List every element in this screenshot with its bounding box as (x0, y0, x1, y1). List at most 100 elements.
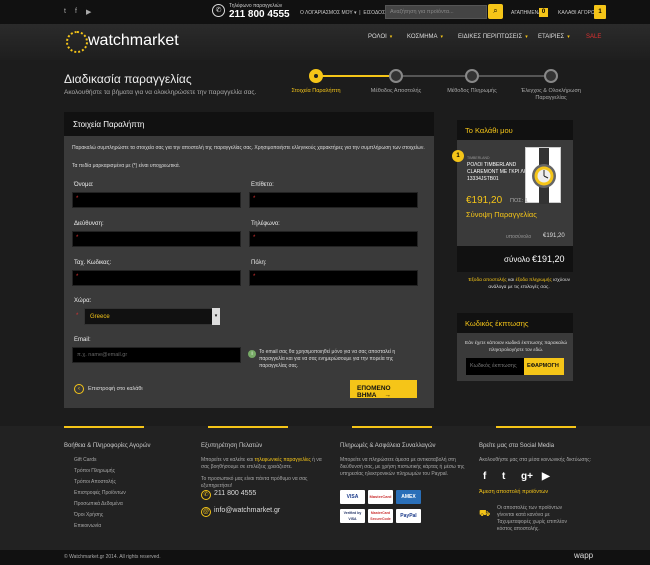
step-4-label: Έλεγχος & Ολοκλήρωση Παραγγελίας (521, 88, 581, 101)
zip-label: Ταχ. Κωδικας: (74, 260, 112, 266)
last-name-label: Επίθετο: (251, 182, 274, 188)
required-marker: * (76, 235, 79, 241)
form-intro: Παρακαλώ συμπληρώστε τα στοιχεία σας για… (72, 145, 425, 151)
item-name-line2[interactable]: CLAREMONT ΜΕ ΓΚΡΙ ΛΟΥΡΑΚΙ (467, 169, 525, 175)
footer-phone[interactable]: 211 800 4555 (214, 490, 256, 497)
arrow-right-icon: → (384, 392, 391, 399)
total-label: σύνολο (504, 255, 530, 264)
discount-code-input[interactable]: Κωδικός έκπτωσης (466, 358, 524, 375)
footer-payment-text: Μπορείτε να πληρώσετε άμεσα με αντικαταβ… (340, 457, 465, 477)
back-to-cart-link[interactable]: Επιστροφή στο καλάθι (88, 386, 143, 392)
chevron-down-icon: ▾ (389, 34, 393, 40)
item-qty: ΠΟΣ: 1 (510, 198, 528, 204)
footer-link[interactable]: Όροι Χρήσης (74, 512, 103, 518)
address-field[interactable] (72, 231, 241, 247)
shipping-note: Έξοδα αποστολής και έξοδα πληρωμής ισχύο… (468, 278, 570, 290)
footer-service-text: Μπορείτε να καλείτε και τηλεφωνικές παρα… (201, 457, 322, 470)
country-select[interactable]: Greece (84, 308, 220, 325)
wapp-credit[interactable]: wapp (574, 551, 593, 560)
zip-field[interactable] (72, 270, 241, 286)
footer-link[interactable]: Επικοινωνία (74, 523, 101, 529)
youtube-icon[interactable]: ▶ (86, 8, 91, 16)
subtotal-value: €191,20 (543, 233, 565, 239)
item-name-line1[interactable]: ΡΟΛΟΙ TIMBERLAND (467, 162, 516, 168)
youtube-icon[interactable]: ▶ (542, 471, 550, 482)
phone-icon: ✆ (201, 490, 211, 500)
product-image[interactable] (525, 147, 561, 204)
page-subtitle: Ακολουθήστε τα βήματα για να ολοκληρώσετ… (64, 89, 257, 96)
phone-label: Τηλέφωνο: (251, 221, 280, 227)
order-summary-title: Σύνοψη Παραγγελίας (466, 210, 537, 219)
arrow-left-icon[interactable]: ‹ (74, 384, 84, 394)
search-icon[interactable]: ⌕ (488, 4, 503, 19)
form-title: Στοιχεία Παραλήπτη (64, 112, 434, 136)
country-label: Χώρα: (74, 298, 92, 304)
progress-line (316, 75, 396, 77)
page-title: Διαδικασία παραγγελίας (64, 72, 192, 86)
login-link[interactable]: ΕΙΣΟΔΟΣ (363, 10, 385, 16)
cart-link[interactable]: ΚΑΛΑΘΙ ΑΓΟΡΩΝ (558, 10, 598, 16)
nav-item-brands[interactable]: ΕΤΑΙΡΙΕΣ ▾ (538, 34, 570, 40)
footer-payment-title: Πληρωμές & Ασφάλεια Συναλλαγών (340, 443, 436, 449)
step-4-marker (544, 69, 558, 83)
cart-count-badge[interactable]: 1 (594, 5, 606, 19)
logo-icon[interactable] (66, 31, 88, 53)
logo[interactable]: watchmarket (88, 32, 179, 50)
cart-item-number: 1 (452, 150, 464, 162)
footer-accent (208, 426, 288, 428)
chevron-down-icon: ▾ (525, 34, 528, 40)
total-value: €191,20 (532, 254, 565, 264)
twitter-icon[interactable]: t (64, 8, 66, 15)
footer-link[interactable]: Τρόποι Πληρωμής (74, 468, 115, 474)
chevron-down-icon[interactable]: ▾ (212, 308, 220, 325)
city-field[interactable] (249, 270, 418, 286)
address-label: Διεύθυνση: (74, 221, 104, 227)
nav-item-occasions[interactable]: ΕΙΔΙΚΕΣ ΠΕΡΙΠΤΩΣΕΙΣ ▾ (458, 34, 528, 40)
discount-text: Εάν έχετε κάποιον κωδικό έκπτωσης παρακα… (465, 341, 567, 353)
footer-link[interactable]: Gift Cards (74, 457, 97, 463)
email-label: Email: (74, 337, 91, 343)
footer-social-title: Βρείτε μας στα Social Media (479, 443, 555, 449)
google-plus-icon[interactable]: g+ (521, 471, 533, 482)
facebook-icon[interactable]: f (483, 471, 486, 482)
last-name-field[interactable] (249, 192, 418, 208)
info-icon: i (248, 350, 256, 358)
email-field[interactable]: π.χ. name@email.gr (72, 347, 241, 363)
footer-accent (496, 426, 576, 428)
account-link[interactable]: Ο ΛΟΓΑΡΙΑΣΜΟΣ ΜΟΥ ▾ | ΕΙΣΟΔΟΣ (300, 10, 385, 16)
at-icon: @ (201, 507, 211, 517)
footer-link[interactable]: Προσωπικά Δεδομένα (74, 501, 123, 507)
footer-email[interactable]: info@watchmarket.gr (214, 507, 280, 514)
twitter-icon[interactable]: t (502, 471, 505, 482)
facebook-icon[interactable]: f (75, 8, 77, 15)
required-marker: * (253, 235, 256, 241)
footer-link[interactable]: Τρόποι Αποστολής (74, 479, 116, 485)
step-3-label: Μέθοδος Πληρωμής (447, 88, 497, 94)
next-step-button[interactable]: ΕΠΟΜΕΝΟ ΒΗΜΑ → (350, 380, 417, 399)
phone-orders-link[interactable]: τηλεφωνικές παραγγελίες (254, 457, 310, 463)
copyright: © Watchmarket.gr 2014. All rights reserv… (64, 554, 161, 560)
verified-by-visa-logo: Verified by VISA (340, 509, 365, 523)
footer-help-title: Βοήθεια & Πληροφορίες Αγορών (64, 443, 151, 449)
nav-item-watches[interactable]: ΡΟΛΟΙ ▾ (368, 34, 392, 40)
phone-number[interactable]: 211 800 4555 (229, 9, 290, 20)
phone-field[interactable] (249, 231, 418, 247)
chevron-down-icon: ▾ (440, 34, 444, 40)
search-input[interactable]: Αναζήτηση για προϊόντα... (385, 5, 487, 19)
step-1-label: Στοιχεία Παραλήπτη (291, 88, 341, 94)
wishlist-link[interactable]: ΑΓΑΠΗΜΕΝΑ (511, 10, 542, 16)
first-name-label: Όνομα: (74, 182, 94, 188)
apply-discount-button[interactable]: ΕΦΑΡΜΟΓΗ (524, 358, 564, 375)
required-marker: * (76, 313, 79, 319)
mastercard-securecode-logo: MasterCard SecureCode (368, 509, 393, 523)
footer-service-note: Το προσωπικό μας είναι πάντα πρόθυμο να … (201, 476, 308, 489)
footer-link[interactable]: Επιστροφές Προϊόντων (74, 490, 126, 496)
amex-logo: AMEX (396, 490, 421, 504)
subtotal-label: υποσύνολο (506, 234, 532, 240)
mastercard-logo: MasterCard (368, 490, 393, 504)
city-label: Πόλη: (251, 260, 267, 266)
nav-item-sale[interactable]: SALE (586, 34, 601, 40)
footer-service-title: Εξυπηρέτηση Πελατών (201, 443, 263, 449)
nav-item-jewelry[interactable]: ΚΟΣΜΗΜΑ ▾ (407, 34, 443, 40)
first-name-field[interactable] (72, 192, 241, 208)
